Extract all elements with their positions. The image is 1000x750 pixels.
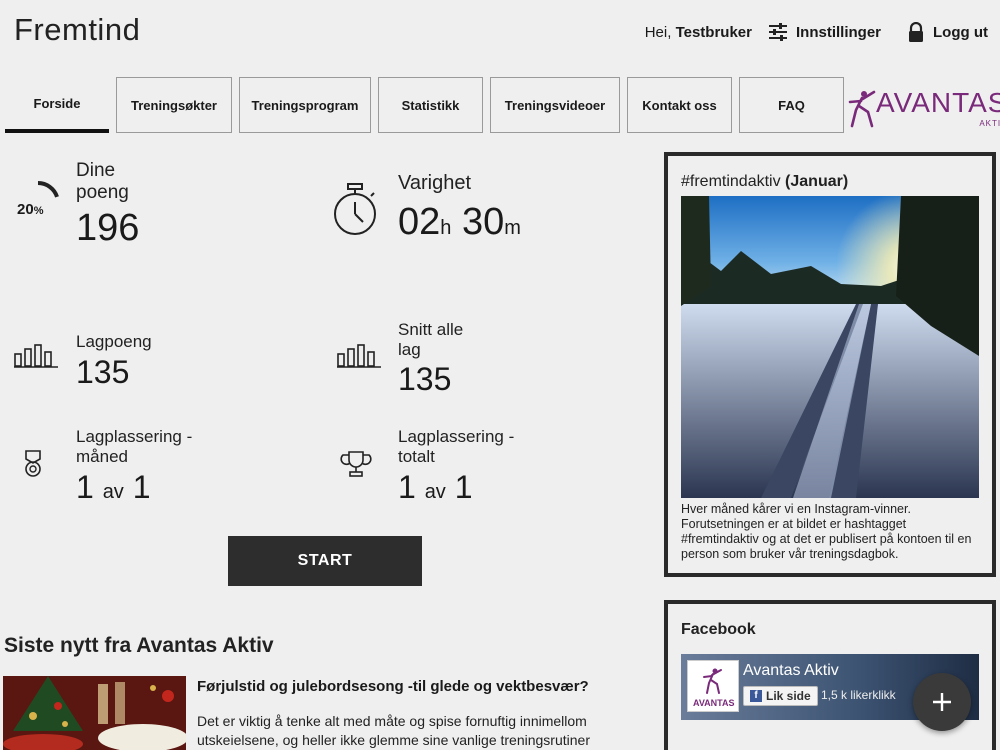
instagram-title: #fremtindaktiv (Januar) (681, 173, 848, 191)
tab-treningsokter[interactable]: Treningsøkter (116, 77, 232, 133)
lock-icon (909, 22, 924, 42)
news-heading: Siste nytt fra Avantas Aktiv (4, 634, 274, 657)
rank-month-label-1: Lagplassering - (76, 427, 193, 446)
tab-treningsprogram[interactable]: Treningsprogram (239, 77, 371, 133)
main-nav: Forside Treningsøkter Treningsprogram St… (5, 77, 851, 133)
instagram-caption: Hver måned kårer vi en Instagram-vinner.… (681, 502, 972, 561)
points-label-1: Dine (76, 160, 116, 181)
facebook-f-icon: f (750, 690, 762, 702)
facebook-like-button[interactable]: f Lik side (743, 686, 818, 706)
tab-treningsvideoer[interactable]: Treningsvideoer (490, 77, 620, 133)
news-thumbnail[interactable] (3, 676, 186, 750)
app-title: Fremtind (14, 12, 141, 47)
points-progress-text: 20% (17, 201, 43, 218)
facebook-page-name[interactable]: Avantas Aktiv (743, 662, 839, 680)
facebook-like-label: Lik side (766, 689, 811, 703)
bar-chart-icon (337, 344, 381, 368)
avantas-figure-icon (848, 90, 876, 128)
hours-unit: h (440, 217, 452, 239)
start-button[interactable]: START (228, 536, 422, 586)
instagram-panel: #fremtindaktiv (Januar) Hver måned kårer… (664, 152, 996, 577)
greeting-prefix: Hei, (644, 23, 672, 41)
facebook-title: Facebook (681, 621, 756, 638)
rank-total-rank: 1 (398, 469, 416, 505)
points-block: Dine poeng 196 (76, 160, 139, 250)
points-label-2: poeng (76, 182, 129, 203)
minutes-unit: m (504, 217, 521, 239)
rank-month-value: 1 av 1 (76, 467, 192, 512)
avantas-logo[interactable]: AVANTAS AKTIV (848, 88, 1000, 128)
duration-minutes: 30 (461, 201, 505, 243)
user-area: Hei, Testbruker Innstillinger Logg ut (645, 22, 988, 42)
avg-teams-block: Snitt alle lag 135 (398, 320, 463, 398)
facebook-like-count: 1,5 k likerklikk (821, 688, 896, 702)
news-text-line: utskeielsene, og heller ikke glemme sine… (197, 732, 590, 748)
progress-value: 20 (17, 201, 34, 218)
rank-total-total: 1 (454, 469, 473, 505)
instagram-hashtag: #fremtindaktiv (681, 173, 781, 190)
rank-month-block: Lagplassering - måned 1 av 1 (76, 427, 192, 512)
ski-track-photo (681, 196, 979, 498)
stopwatch-icon (334, 183, 376, 235)
tab-statistikk[interactable]: Statistikk (378, 77, 483, 133)
tab-faq[interactable]: FAQ (739, 77, 844, 133)
rank-month-rank: 1 (76, 469, 94, 505)
medal-icon (25, 450, 41, 477)
logout-link[interactable]: Logg ut (907, 22, 988, 42)
settings-link[interactable]: Innstillinger (768, 23, 881, 41)
duration-label: Varighet (398, 172, 472, 194)
progress-unit: % (33, 205, 44, 217)
user-name: Testbruker (675, 23, 752, 41)
avg-teams-label-2: lag (398, 340, 421, 359)
trophy-icon (340, 451, 372, 477)
rank-month-total: 1 (132, 469, 151, 505)
rank-total-of: av (424, 481, 446, 503)
greeting: Hei, Testbruker (645, 24, 752, 41)
duration-block: Varighet 02h 30m (398, 172, 521, 250)
christmas-table-image (3, 676, 186, 750)
team-points-label: Lagpoeng (76, 332, 152, 351)
instagram-month: (Januar) (785, 173, 849, 190)
avg-teams-label-1: Snitt alle (398, 320, 464, 339)
settings-label: Innstillinger (796, 23, 882, 41)
team-points-block: Lagpoeng 135 (76, 331, 152, 391)
rank-total-block: Lagplassering - totalt 1 av 1 (398, 427, 514, 512)
facebook-logo-text: AVANTAS (693, 698, 735, 708)
logo-text: AVANTAS (876, 87, 1000, 118)
avg-teams-value: 135 (398, 361, 452, 397)
logo-subtext: AKTIV (979, 119, 1000, 128)
facebook-page-logo: AVANTAS (687, 660, 739, 712)
team-points-value: 135 (76, 354, 130, 390)
points-value: 196 (76, 207, 140, 249)
bar-chart-icon (14, 344, 58, 368)
add-fab-button[interactable] (913, 673, 971, 731)
rank-total-value: 1 av 1 (398, 467, 514, 512)
instagram-photo[interactable] (681, 196, 979, 498)
logout-label: Logg ut (933, 23, 988, 41)
rank-total-label-1: Lagplassering - (398, 427, 515, 446)
news-text-line: Det er viktig å tenke alt med måte og sp… (197, 713, 587, 729)
duration-value: 02h 30m (398, 200, 521, 250)
news-item-text: Det er viktig å tenke alt med måte og sp… (197, 712, 627, 750)
rank-month-label-2: måned (76, 447, 128, 466)
plus-icon (933, 693, 951, 711)
settings-sliders-icon (769, 23, 787, 41)
rank-total-label-2: totalt (398, 447, 435, 466)
rank-month-of: av (102, 481, 124, 503)
news-item-title[interactable]: Førjulstid og julebordsesong -til glede … (197, 678, 589, 695)
tab-kontakt-oss[interactable]: Kontakt oss (627, 77, 732, 133)
duration-hours: 02 (398, 201, 441, 243)
tab-forside[interactable]: Forside (5, 77, 109, 133)
